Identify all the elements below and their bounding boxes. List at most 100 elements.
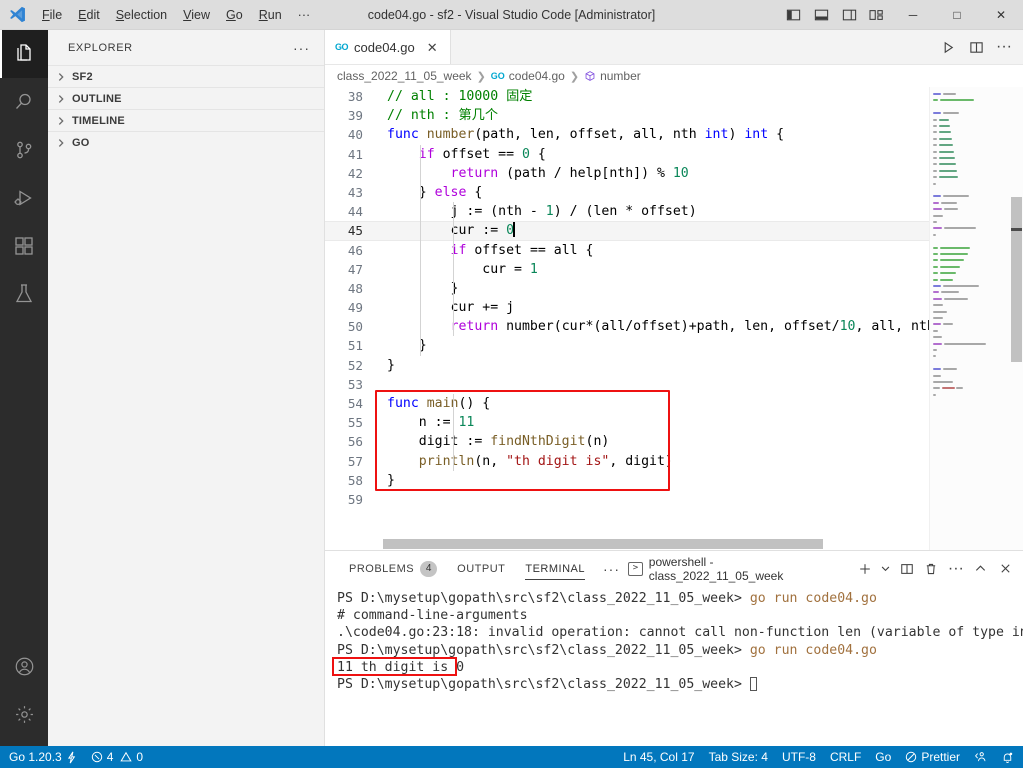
tab-code04-go[interactable]: GO code04.go ✕ [325,30,451,64]
panel-more-actions-icon[interactable]: ··· [944,557,968,581]
toggle-secondary-sidebar-icon[interactable] [835,0,863,30]
code-line-text[interactable]: return (path / help[nth]) % 10 [377,164,929,183]
new-terminal-icon[interactable] [853,557,877,581]
code-line[interactable]: 56 digit := findNthDigit(n) [325,432,929,451]
toggle-primary-sidebar-icon[interactable] [779,0,807,30]
terminal-output[interactable]: PS D:\mysetup\gopath\src\sf2\class_2022_… [325,586,1023,746]
status-remote-window[interactable] [967,746,994,768]
activity-source-control-icon[interactable] [0,126,48,174]
code-line-text[interactable]: digit := findNthDigit(n) [377,432,929,451]
code-line[interactable]: 44 j := (nth - 1) / (len * offset) [325,202,929,221]
code-line-text[interactable]: func number(path, len, offset, all, nth … [377,125,929,144]
code-line-text[interactable]: func main() { [377,394,929,413]
activity-account-icon[interactable] [0,642,48,690]
sidebar-item-go[interactable]: GO [48,131,324,153]
code-line[interactable]: 59 [325,490,929,509]
code-line-text[interactable]: } [377,279,929,298]
code-line[interactable]: 58} [325,471,929,490]
terminal-instance-chip[interactable]: > powershell - class_2022_11_05_week [628,555,852,583]
window-maximize-button[interactable]: □ [935,0,979,30]
code-line[interactable]: 53 [325,375,929,394]
status-go-version[interactable]: Go 1.20.3 [2,746,84,768]
window-close-button[interactable]: ✕ [979,0,1023,30]
editor-horizontal-scrollbar[interactable] [325,538,835,550]
code-line-text[interactable]: // all : 10000 固定 [377,87,929,106]
menu-edit[interactable]: Edit [70,3,108,27]
kill-terminal-trash-icon[interactable] [919,557,943,581]
tab-output[interactable]: OUTPUT [447,551,515,586]
editor-horizontal-scrollbar-thumb[interactable] [383,539,823,549]
code-line[interactable]: 40 func number(path, len, offset, all, nt… [325,125,929,144]
sidebar-item-sf2[interactable]: SF2 [48,65,324,87]
activity-extensions-icon[interactable] [0,222,48,270]
activity-testing-icon[interactable] [0,270,48,318]
activity-search-icon[interactable] [0,78,48,126]
split-terminal-icon[interactable] [895,557,919,581]
code-lines[interactable]: 38 // all : 10000 固定 39 // nth : 第几个 40 func … [325,87,929,509]
status-eol[interactable]: CRLF [823,746,868,768]
menu-more[interactable]: ··· [290,3,319,27]
sidebar-item-outline[interactable]: OUTLINE [48,87,324,109]
activity-run-debug-icon[interactable] [0,174,48,222]
code-line-text[interactable]: cur += j [377,298,929,317]
code-line[interactable]: 39 // nth : 第几个 [325,106,929,125]
code-line-text[interactable]: } [377,471,929,490]
menu-selection[interactable]: Selection [108,3,175,27]
window-minimize-button[interactable]: ─ [891,0,935,30]
code-line-text[interactable]: println(n, "th digit is", digit) [377,452,929,471]
tab-terminal[interactable]: TERMINAL [515,551,595,586]
code-line[interactable]: 38 // all : 10000 固定 [325,87,929,106]
tab-problems[interactable]: PROBLEMS 4 [339,551,447,586]
code-editor[interactable]: 38 // all : 10000 固定 39 // nth : 第几个 40 func … [325,87,1023,550]
code-line[interactable]: 42 return (path / help[nth]) % 10 [325,164,929,183]
run-go-file-icon[interactable] [935,34,961,60]
terminal-dropdown-icon[interactable] [878,557,894,581]
customize-layout-icon[interactable] [863,0,891,30]
code-line-text[interactable]: // nth : 第几个 [377,106,929,125]
code-line-text[interactable]: } [377,336,929,355]
code-line[interactable]: 55 n := 11 [325,413,929,432]
code-line[interactable]: 51 } [325,336,929,355]
code-line[interactable]: 41 if offset == 0 { [325,145,929,164]
code-line-text[interactable]: j := (nth - 1) / (len * offset) [377,202,929,221]
breadcrumb-file[interactable]: GO code04.go [491,69,565,83]
code-line[interactable]: 46 if offset == all { [325,241,929,260]
status-language-mode[interactable]: Go [868,746,898,768]
menu-file[interactable]: File [34,3,70,27]
menu-go[interactable]: Go [218,3,251,27]
code-line[interactable]: 47 cur = 1 [325,260,929,279]
status-indentation[interactable]: Tab Size: 4 [702,746,775,768]
toggle-panel-icon[interactable] [807,0,835,30]
editor-more-actions-icon[interactable]: ··· [991,34,1017,60]
code-line-text[interactable]: n := 11 [377,413,929,432]
panel-more-tabs-icon[interactable]: ··· [595,561,628,577]
sidebar-item-timeline[interactable]: TIMELINE [48,109,324,131]
code-line[interactable]: 52} [325,356,929,375]
split-editor-icon[interactable] [963,34,989,60]
editor-vertical-scrollbar-thumb[interactable] [1011,197,1022,362]
breadcrumb-symbol[interactable]: number [584,69,641,83]
code-line[interactable]: 49 cur += j [325,298,929,317]
code-line-text[interactable]: cur = 1 [377,260,929,279]
code-line-text[interactable]: if offset == 0 { [377,145,929,164]
code-line[interactable]: 50 return number(cur*(all/offset)+path, … [325,317,929,336]
code-line-text[interactable]: if offset == all { [377,241,929,260]
editor-vertical-scrollbar[interactable] [1009,87,1023,550]
status-editor-position[interactable]: Ln 45, Col 17 [616,746,701,768]
status-notifications[interactable] [994,746,1021,768]
status-encoding[interactable]: UTF-8 [775,746,823,768]
code-line[interactable]: 54 func main() { [325,394,929,413]
code-line[interactable]: 43 } else { [325,183,929,202]
code-line-text[interactable]: } else { [377,183,929,202]
code-line-text[interactable]: } [377,356,929,375]
code-line-text[interactable]: return number(cur*(all/offset)+path, len… [377,317,929,336]
close-panel-icon[interactable] [993,557,1017,581]
code-line[interactable]: 48 } [325,279,929,298]
status-prettier[interactable]: Prettier [898,746,967,768]
activity-settings-gear-icon[interactable] [0,690,48,738]
code-line[interactable]: 57 println(n, "th digit is", digit) [325,452,929,471]
status-problems[interactable]: 4 0 [84,746,150,768]
activity-explorer-icon[interactable] [0,30,48,78]
menu-view[interactable]: View [175,3,218,27]
menu-run[interactable]: Run [251,3,290,27]
